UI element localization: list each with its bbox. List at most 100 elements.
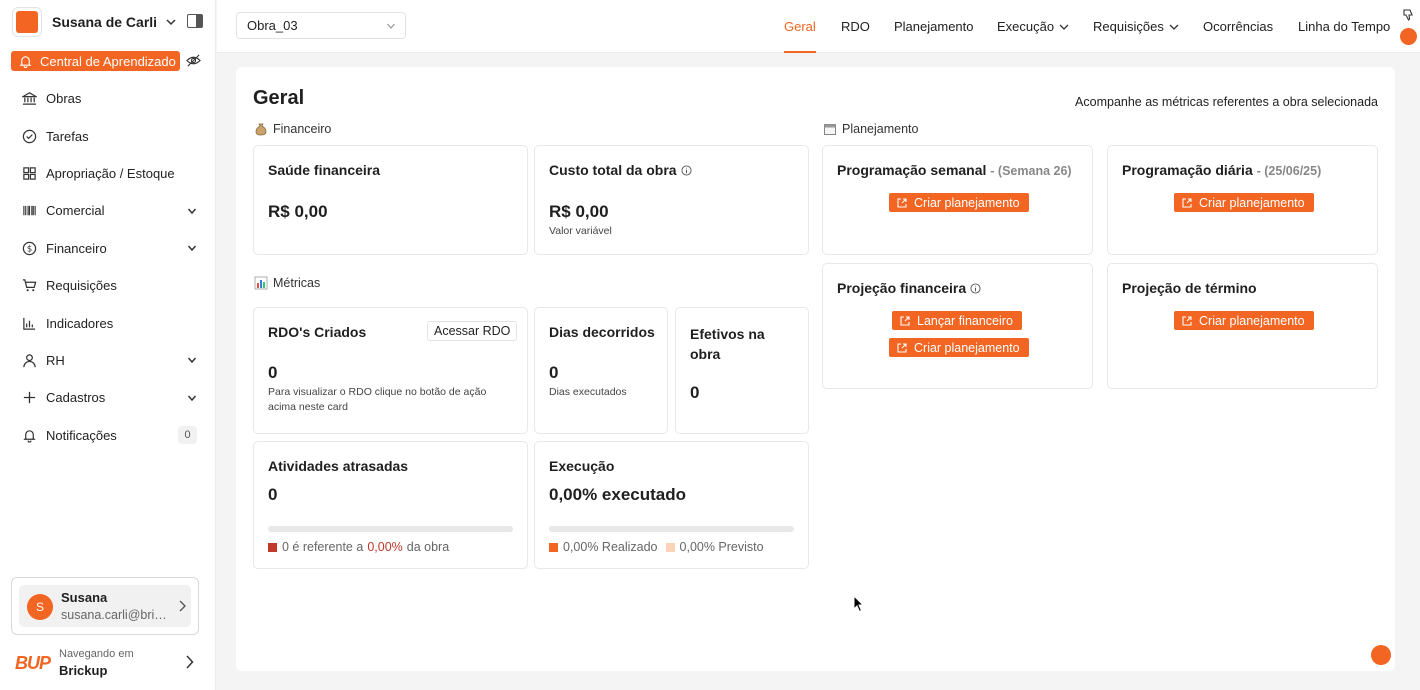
account-name: Susana de Carli	[52, 14, 158, 30]
bar-chart-icon	[254, 276, 268, 290]
sidebar-item-cadastros[interactable]: Cadastros	[0, 379, 216, 416]
tab-label: Linha do Tempo	[1298, 19, 1391, 34]
notification-count-badge: 0	[178, 426, 197, 445]
acessar-rdo-button[interactable]: Acessar RDO	[427, 321, 518, 341]
chevron-down-icon	[187, 395, 197, 401]
chevron-down-icon	[187, 208, 197, 214]
delay-progress-bar	[268, 526, 513, 532]
section-label: Planejamento	[842, 122, 919, 136]
card-value: 0	[268, 363, 278, 382]
execution-legend: 0,00% Realizado 0,00% Previsto	[549, 540, 764, 554]
card-efetivos-obra: Efetivos na obra 0	[675, 307, 809, 434]
criar-planejamento-button[interactable]: Criar planejamento	[889, 193, 1029, 212]
eye-off-icon[interactable]	[186, 53, 201, 68]
workspace-switcher[interactable]: BUP Navegando em Brickup	[0, 640, 216, 690]
lancar-financeiro-button[interactable]: Lançar financeiro	[892, 311, 1022, 330]
sidebar-item-requisicoes[interactable]: Requisições	[0, 267, 216, 304]
tab-label: Ocorrências	[1203, 19, 1274, 34]
card-value: 0	[549, 363, 559, 382]
external-link-icon	[1182, 197, 1192, 208]
legend-text: da obra	[406, 540, 450, 554]
feedback-widget[interactable]	[1400, 8, 1417, 45]
thumbs-down-icon[interactable]	[1401, 8, 1415, 22]
tab-label: Requisições	[1093, 19, 1164, 34]
external-link-icon	[900, 315, 910, 326]
barcode-icon	[23, 206, 36, 216]
criar-planejamento-button[interactable]: Criar planejamento	[1174, 193, 1314, 212]
tab-label: Execução	[997, 19, 1055, 34]
sidebar-toggle-icon[interactable]	[187, 14, 203, 28]
page-subtitle: Acompanhe as métricas referentes a obra …	[1075, 95, 1378, 109]
check-circle-icon	[22, 129, 37, 143]
learning-center-label: Central de Aprendizado	[40, 53, 176, 69]
execution-progress-bar	[549, 526, 794, 532]
sidebar-item-apropriacao[interactable]: Apropriação / Estoque	[0, 155, 216, 192]
tab-planejamento[interactable]: Planejamento	[894, 0, 974, 53]
avatar: S	[27, 594, 53, 620]
legend-realizado: 0,00% Realizado	[563, 540, 658, 554]
tab-geral[interactable]: Geral	[784, 0, 816, 53]
card-title-text: Programação semanal	[837, 162, 987, 178]
card-dias-decorridos: Dias decorridos 0 Dias executados	[534, 307, 668, 434]
card-value: R$ 0,00	[549, 202, 609, 221]
user-profile-button[interactable]: S Susana susana.carli@brickup.com.br	[19, 585, 191, 627]
legend-text: 0 é referente a	[282, 540, 364, 554]
sidebar-item-label: Apropriação / Estoque	[46, 165, 175, 181]
tab-label: Geral	[784, 19, 816, 34]
sidebar-item-label: Obras	[46, 91, 82, 107]
help-chat-button[interactable]	[1371, 645, 1391, 665]
sidebar-item-notificacoes[interactable]: Notificações 0	[0, 417, 216, 454]
delay-legend: 0 é referente a 0,00% da obra	[268, 540, 449, 554]
sidebar-item-label: Cadastros	[46, 390, 106, 406]
sidebar-item-tarefas[interactable]: Tarefas	[0, 117, 216, 154]
tab-ocorrencias[interactable]: Ocorrências	[1203, 0, 1273, 53]
chevron-down-icon	[1059, 24, 1069, 30]
card-custo-total: Custo total da obra R$ 0,00 Valor variáv…	[534, 145, 809, 255]
info-icon[interactable]	[970, 283, 981, 294]
card-value: 0,00% executado	[549, 485, 687, 504]
button-label: Criar planejamento	[1199, 195, 1305, 210]
workspace-caption: Navegando em	[59, 648, 134, 660]
button-label: Criar planejamento	[1199, 313, 1305, 328]
external-link-icon	[897, 197, 907, 208]
section-planejamento: Planejamento	[823, 122, 918, 136]
calendar-icon	[824, 124, 836, 135]
tab-label: RDO	[841, 19, 870, 34]
sidebar-item-comercial[interactable]: Comercial	[0, 192, 216, 229]
plus-icon	[23, 392, 36, 404]
external-link-icon	[897, 342, 907, 353]
tab-linha-do-tempo[interactable]: Linha do Tempo	[1298, 0, 1390, 53]
legend-previsto: 0,00% Previsto	[679, 540, 764, 554]
sidebar-item-indicadores[interactable]: Indicadores	[0, 304, 216, 341]
cart-icon	[22, 279, 37, 292]
user-icon	[23, 354, 36, 368]
sidebar-item-label: Tarefas	[46, 128, 89, 144]
external-link-icon	[1182, 315, 1192, 326]
card-programacao-diaria: Programação diária - (25/06/25) Criar pl…	[1107, 145, 1378, 255]
card-value: R$ 0,00	[268, 202, 328, 221]
criar-planejamento-button[interactable]: Criar planejamento	[1174, 311, 1314, 330]
card-rdos-criados: RDO's Criados Acessar RDO 0 Para visuali…	[253, 307, 528, 434]
thumbs-up-icon[interactable]	[1400, 28, 1417, 45]
tab-execucao[interactable]: Execução	[997, 0, 1070, 53]
topbar: Obra_03 Geral RDO Planejamento Execução …	[217, 0, 1420, 53]
section-metricas: Métricas	[254, 276, 320, 290]
sidebar-nav: Obras Tarefas Apropriação / Estoque Come…	[0, 80, 216, 454]
bank-icon	[22, 92, 37, 105]
criar-planejamento-button[interactable]: Criar planejamento	[889, 338, 1029, 357]
user-profile-card: S Susana susana.carli@brickup.com.br	[11, 577, 199, 635]
tab-rdo[interactable]: RDO	[841, 0, 870, 53]
legend-percent: 0,00%	[367, 540, 403, 554]
sidebar-item-obras[interactable]: Obras	[0, 80, 216, 117]
tab-requisicoes[interactable]: Requisições	[1093, 0, 1180, 53]
bell-icon	[23, 429, 36, 443]
card-projecao-financeira: Projeção financeira Lançar financeiro Cr…	[822, 263, 1093, 389]
learning-center-button[interactable]: Central de Aprendizado	[11, 51, 180, 71]
account-switcher[interactable]: Susana de Carli	[12, 7, 212, 37]
legend-swatch	[549, 542, 558, 552]
button-label: Criar planejamento	[914, 195, 1020, 210]
info-icon[interactable]	[681, 165, 692, 176]
sidebar-item-financeiro[interactable]: $ Financeiro	[0, 230, 216, 267]
sidebar-item-rh[interactable]: RH	[0, 342, 216, 379]
chevron-right-icon	[179, 600, 186, 612]
